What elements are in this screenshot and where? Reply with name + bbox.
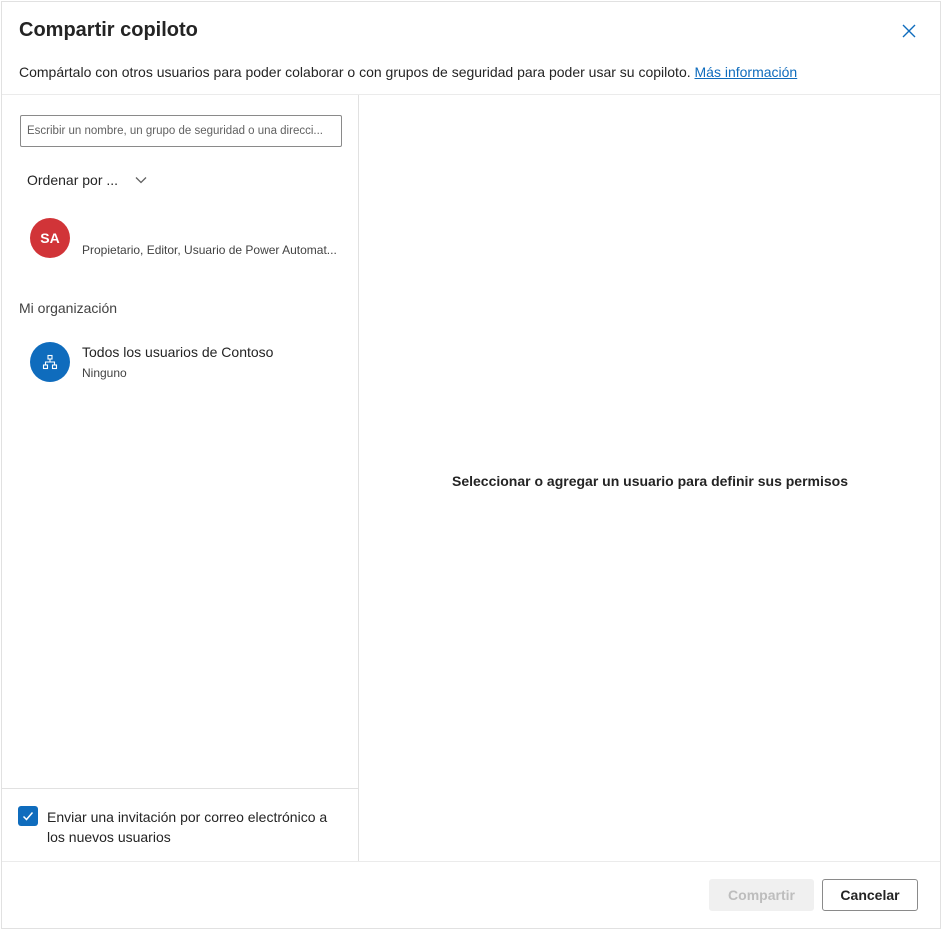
share-dialog: Compartir copiloto Compártalo con otros …: [1, 1, 941, 929]
chevron-down-icon: [135, 177, 147, 184]
share-button[interactable]: Compartir: [709, 879, 814, 911]
cancel-button[interactable]: Cancelar: [822, 879, 918, 911]
header-divider: [2, 94, 940, 95]
email-invite-label: Enviar una invitación por correo electró…: [47, 809, 328, 845]
sort-label: Ordenar por ...: [27, 172, 119, 188]
section-label-my-org: Mi organización: [19, 300, 118, 316]
user-roles: Propietario, Editor, Usuario de Power Au…: [82, 243, 337, 257]
avatar: SA: [30, 218, 70, 258]
search-input[interactable]: [20, 115, 342, 147]
dialog-subtitle: Compártalo con otros usuarios para poder…: [19, 64, 797, 80]
more-info-link[interactable]: Más información: [695, 64, 798, 80]
sort-dropdown[interactable]: Ordenar por ...: [27, 172, 148, 188]
org-chart-icon: [30, 342, 70, 382]
user-item[interactable]: SA Propietario, Editor, Usuario de Power…: [16, 212, 346, 268]
org-item[interactable]: Todos los usuarios de Contoso Ninguno: [16, 334, 346, 390]
dialog-title: Compartir copiloto: [19, 19, 198, 41]
footer-divider: [2, 861, 940, 862]
left-bottom-divider: [2, 788, 358, 789]
org-name: Todos los usuarios de Contoso: [82, 344, 274, 360]
subtitle-text: Compártalo con otros usuarios para poder…: [19, 64, 691, 80]
checkmark-icon: [22, 812, 34, 821]
empty-state-message: Seleccionar o agregar un usuario para de…: [451, 473, 849, 489]
email-invite-checkbox[interactable]: [18, 806, 38, 826]
org-permission: Ninguno: [82, 366, 127, 380]
close-icon[interactable]: [898, 20, 920, 42]
